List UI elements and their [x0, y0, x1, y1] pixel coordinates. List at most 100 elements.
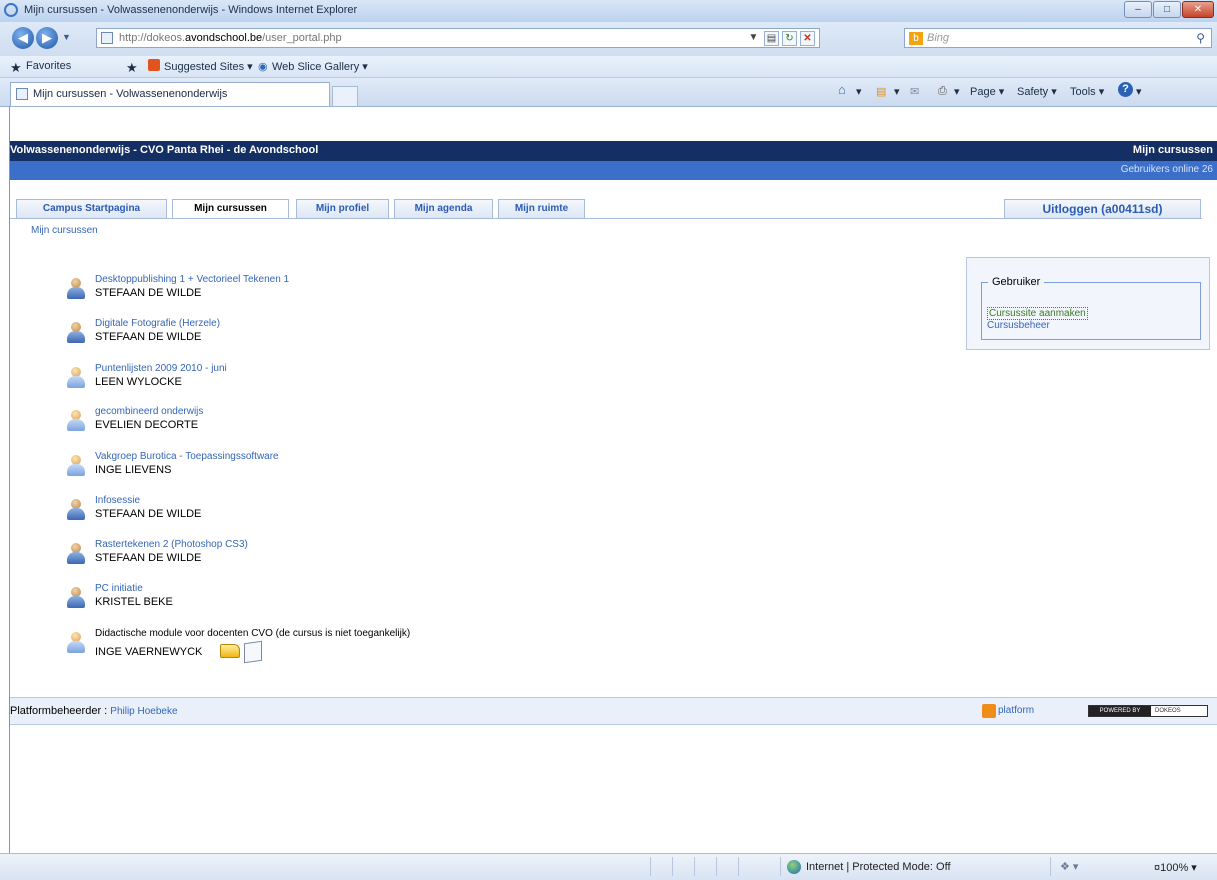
- course-link[interactable]: Digitale Fotografie (Herzele): [95, 318, 220, 329]
- protected-mode-icon[interactable]: ❖ ▾: [1060, 860, 1078, 873]
- safety-menu[interactable]: Safety ▾: [1017, 85, 1057, 98]
- powered-by-dokeos-logo[interactable]: POWERED BY DOKEOS: [1088, 705, 1208, 717]
- teacher-user-icon: [66, 322, 86, 344]
- course-link[interactable]: Desktoppublishing 1 + Vectorieel Tekenen…: [95, 274, 289, 285]
- platform-admin: Platformbeheerder : Philip Hoebeke: [10, 705, 178, 717]
- breadcrumb[interactable]: Mijn cursussen: [31, 225, 98, 236]
- course-link[interactable]: gecombineerd onderwijs: [95, 406, 203, 417]
- course-teacher: KRISTEL BEKE: [95, 596, 173, 608]
- print-dropdown-icon[interactable]: ▾: [954, 85, 960, 98]
- tab-campus-startpagina[interactable]: Campus Startpagina: [16, 199, 167, 218]
- tab-mijn-agenda[interactable]: Mijn agenda: [394, 199, 493, 218]
- course-title-inaccessible: Didactische module voor docenten CVO (de…: [95, 628, 411, 639]
- magnifier-icon[interactable]: ⚲: [1196, 31, 1205, 45]
- student-user-icon: [66, 455, 86, 477]
- read-mail-icon[interactable]: ✉: [910, 85, 919, 98]
- browser-tab-active[interactable]: Mijn cursussen - Volwassenenonderwijs: [10, 82, 330, 106]
- site-subheader: Gebruikers online 26: [10, 161, 1217, 180]
- tab-mijn-cursussen[interactable]: Mijn cursussen: [172, 199, 289, 219]
- tab-mijn-ruimte[interactable]: Mijn ruimte: [498, 199, 585, 218]
- create-course-link[interactable]: Cursussite aanmaken: [987, 307, 1088, 320]
- security-zone[interactable]: Internet | Protected Mode: Off: [806, 861, 951, 873]
- course-teacher: STEFAAN DE WILDE: [95, 508, 202, 520]
- course-teacher: STEFAAN DE WILDE: [95, 287, 202, 299]
- favorites-button[interactable]: Favorites: [26, 60, 71, 72]
- favorites-bar: ★ Favorites ★ Suggested Sites ▾ ◉ Web Sl…: [0, 56, 1217, 78]
- student-user-icon: [66, 410, 86, 432]
- window-title-bar: Mijn cursussen - Volwassenenonderwijs - …: [0, 0, 1217, 23]
- tools-menu[interactable]: Tools ▾: [1070, 85, 1104, 98]
- add-favorites-icon[interactable]: ★: [126, 60, 138, 76]
- section-title: Mijn cursussen: [1132, 144, 1213, 156]
- page-menu[interactable]: Page ▾: [970, 85, 1004, 98]
- feeds-dropdown-icon[interactable]: ▾: [894, 85, 900, 98]
- home-icon[interactable]: ⌂: [838, 82, 846, 97]
- web-slice-gallery-link[interactable]: Web Slice Gallery ▾: [272, 60, 368, 73]
- print-icon[interactable]: ⎙: [938, 85, 947, 98]
- suggested-sites-link[interactable]: Suggested Sites ▾: [164, 60, 253, 73]
- feeds-icon[interactable]: ▤: [876, 85, 886, 98]
- tab-mijn-profiel[interactable]: Mijn profiel: [296, 199, 389, 218]
- minimize-button[interactable]: –: [1124, 1, 1152, 18]
- users-online-link[interactable]: Gebruikers online 26: [1121, 164, 1213, 175]
- admin-name-link[interactable]: Philip Hoebeke: [110, 706, 177, 717]
- refresh-icon[interactable]: ↻: [782, 31, 797, 46]
- tab-divider: [10, 218, 1202, 219]
- platform-link[interactable]: platform: [998, 705, 1034, 716]
- web-slice-icon: ◉: [258, 61, 268, 73]
- help-icon[interactable]: ?: [1118, 82, 1133, 97]
- course-link[interactable]: Infosessie: [95, 495, 140, 506]
- status-bar: Internet | Protected Mode: Off ❖ ▾ ¤100%…: [0, 853, 1217, 880]
- help-dropdown-icon[interactable]: ▾: [1136, 85, 1142, 98]
- course-link[interactable]: Rastertekenen 2 (Photoshop CS3): [95, 539, 248, 550]
- institution-name: Volwassenenonderwijs - CVO Panta Rhei - …: [10, 144, 319, 156]
- user-fieldset: Gebruiker Cursussite aanmaken Cursusbehe…: [981, 276, 1201, 340]
- compatibility-view-icon[interactable]: ▤: [764, 31, 779, 46]
- stop-icon[interactable]: ✕: [800, 31, 815, 46]
- course-link[interactable]: PC initiatie: [95, 583, 143, 594]
- address-field[interactable]: http://dokeos.avondschool.be/user_portal…: [96, 28, 820, 48]
- teacher-user-icon: [66, 278, 86, 300]
- address-dropdown-icon[interactable]: ▼: [746, 31, 761, 46]
- folder-icon[interactable]: [220, 644, 240, 658]
- course-link[interactable]: Puntenlijsten 2009 2010 - juni: [95, 363, 227, 374]
- course-admin-link[interactable]: Cursusbeheer: [987, 320, 1050, 331]
- search-box[interactable]: b Bing ⚲: [904, 28, 1212, 48]
- rss-icon: [982, 704, 996, 718]
- teacher-user-icon: [66, 587, 86, 609]
- browser-tab-title: Mijn cursussen - Volwassenenonderwijs: [33, 88, 228, 100]
- course-teacher: STEFAAN DE WILDE: [95, 552, 202, 564]
- book-icon[interactable]: [244, 640, 262, 664]
- history-dropdown-icon[interactable]: ▼: [62, 32, 71, 42]
- list-item: PC initiatie KRISTEL BEKE: [66, 583, 766, 623]
- teacher-user-icon: [66, 499, 86, 521]
- internet-explorer-icon: [4, 3, 18, 17]
- list-item: Digitale Fotografie (Herzele) STEFAAN DE…: [66, 318, 766, 358]
- close-window-button[interactable]: ✕: [1182, 1, 1214, 18]
- course-teacher: STEFAAN DE WILDE: [95, 331, 202, 343]
- user-legend: Gebruiker: [992, 276, 1041, 288]
- favorites-star-icon[interactable]: ★: [10, 60, 22, 76]
- url-text[interactable]: http://dokeos.avondschool.be/user_portal…: [119, 32, 342, 44]
- teacher-user-icon: [66, 543, 86, 565]
- zoom-level[interactable]: ¤100% ▾: [1154, 861, 1197, 874]
- search-placeholder: Bing: [927, 32, 950, 44]
- course-link[interactable]: Vakgroep Burotica - Toepassingssoftware: [95, 451, 279, 462]
- list-item: Infosessie STEFAAN DE WILDE: [66, 495, 766, 535]
- bing-icon: b: [909, 32, 923, 45]
- list-item: Rastertekenen 2 (Photoshop CS3) STEFAAN …: [66, 539, 766, 579]
- new-tab-button[interactable]: [332, 86, 358, 106]
- window-title: Mijn cursussen - Volwassenenonderwijs - …: [24, 4, 358, 16]
- maximize-button[interactable]: □: [1153, 1, 1181, 18]
- student-user-icon: [66, 632, 86, 654]
- course-teacher: INGE VAERNEWYCK: [95, 646, 203, 658]
- list-item: Didactische module voor docenten CVO (de…: [66, 628, 766, 668]
- logout-button[interactable]: Uitloggen (a00411sd): [1004, 199, 1201, 218]
- list-item: Desktoppublishing 1 + Vectorieel Tekenen…: [66, 274, 766, 314]
- course-teacher: EVELIEN DECORTE: [95, 419, 199, 431]
- suggested-sites-icon: [148, 59, 160, 71]
- home-dropdown-icon[interactable]: ▾: [856, 85, 862, 98]
- forward-arrow-icon[interactable]: ▶: [36, 27, 58, 49]
- course-teacher: LEEN WYLOCKE: [95, 376, 182, 388]
- back-arrow-icon[interactable]: ◀: [12, 27, 34, 49]
